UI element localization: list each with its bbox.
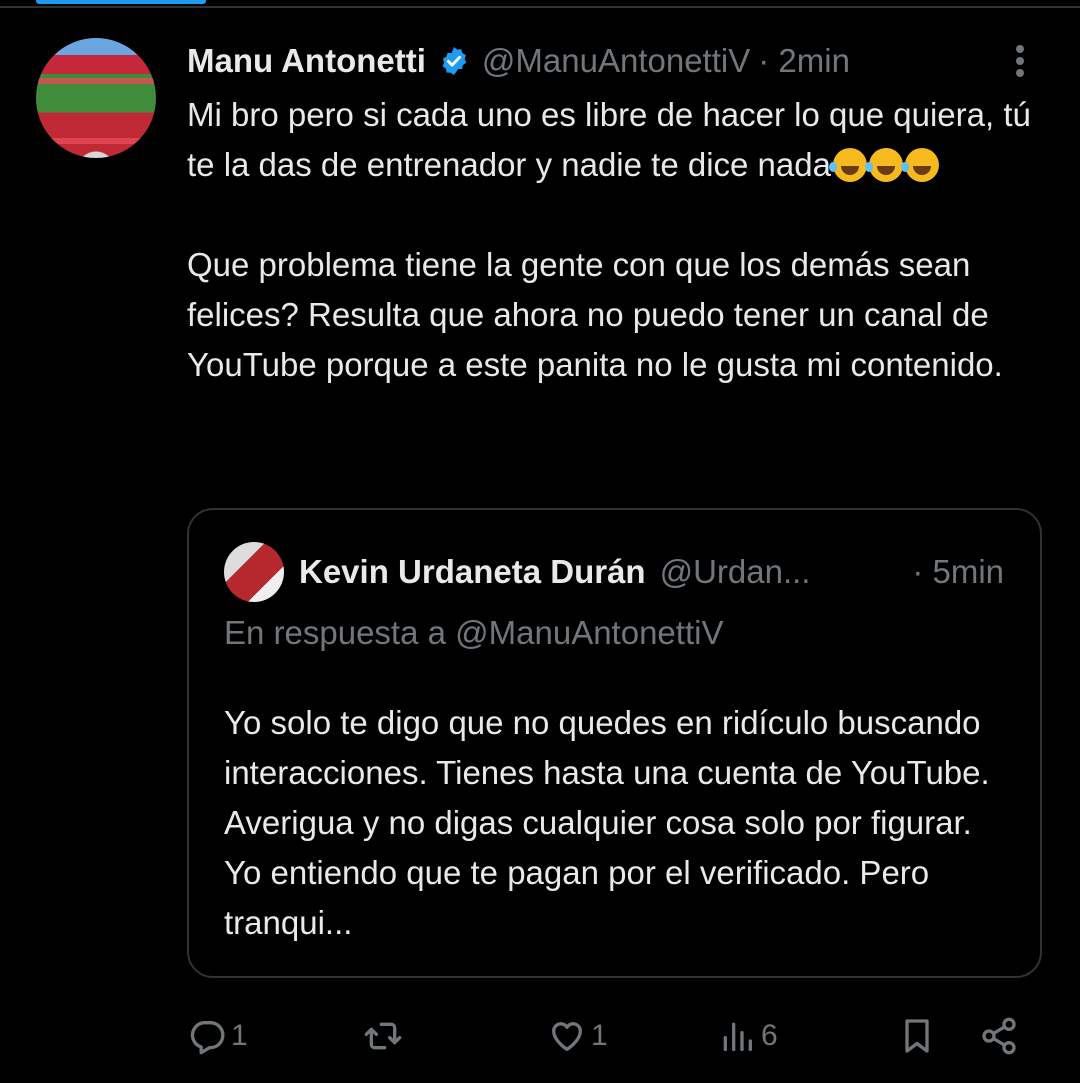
views-count: 6 xyxy=(761,1019,778,1052)
quoted-tweet-card[interactable]: Kevin Urdaneta Durán @Urdan... · 5min En… xyxy=(187,508,1042,978)
author-avatar[interactable] xyxy=(36,38,156,158)
quoted-author-handle: @Urdan... xyxy=(659,553,811,590)
laughing-emoji-icon xyxy=(900,148,939,182)
laughing-emoji-icon xyxy=(864,148,903,182)
quoted-author-avatar[interactable] xyxy=(224,542,284,602)
quoted-text: Yo solo te digo que no quedes en ridícul… xyxy=(224,704,990,941)
like-icon xyxy=(551,1022,583,1051)
views-button[interactable]: 6 xyxy=(717,1008,778,1064)
avatar-stadium-stripe xyxy=(36,138,156,144)
tweet-header: Manu Antonetti @ManuAntonettiV · 2min xyxy=(187,38,850,84)
reply-icon xyxy=(190,1021,225,1055)
more-dot xyxy=(1016,69,1024,77)
repost-icon xyxy=(364,1022,402,1050)
active-tab-indicator xyxy=(36,0,206,4)
avatar-stadium-stripe xyxy=(36,78,156,84)
action-bar: 1 1 6 xyxy=(187,1008,1027,1064)
views-icon xyxy=(723,1022,752,1051)
author-handle[interactable]: @ManuAntonettiV xyxy=(482,42,750,80)
author-name[interactable]: Manu Antonetti xyxy=(187,42,426,80)
tweet-body: Mi bro pero si cada uno es libre de hace… xyxy=(187,90,1047,390)
repost-button[interactable] xyxy=(363,1008,403,1064)
reply-count: 1 xyxy=(231,1019,248,1052)
more-dot xyxy=(1016,45,1024,53)
tweet-time[interactable]: · 2min xyxy=(758,42,850,80)
quoted-reply-context: En respuesta a @ManuAntonettiV xyxy=(224,614,724,651)
bookmark-icon xyxy=(905,1019,929,1053)
bookmark-button[interactable] xyxy=(897,1008,937,1064)
more-icon[interactable] xyxy=(1006,42,1034,82)
like-button[interactable]: 1 xyxy=(547,1008,608,1064)
like-count: 1 xyxy=(591,1019,608,1052)
more-dot xyxy=(1016,57,1024,65)
quoted-author-name: Kevin Urdaneta Durán xyxy=(299,553,646,590)
top-divider xyxy=(0,6,1080,8)
quoted-header: Kevin Urdaneta Durán @Urdan... xyxy=(299,548,1019,596)
share-icon xyxy=(982,1017,1016,1055)
share-button[interactable] xyxy=(979,1008,1019,1064)
tweet-paragraph: Mi bro pero si cada uno es libre de hace… xyxy=(187,90,1047,190)
tweet-paragraph-2: Que problema tiene la gente con que los … xyxy=(187,246,1003,383)
quoted-time: · 5min xyxy=(912,553,1004,590)
verified-badge-icon xyxy=(442,47,467,75)
reply-button[interactable]: 1 xyxy=(187,1008,248,1064)
laughing-emoji-icon xyxy=(828,148,867,182)
